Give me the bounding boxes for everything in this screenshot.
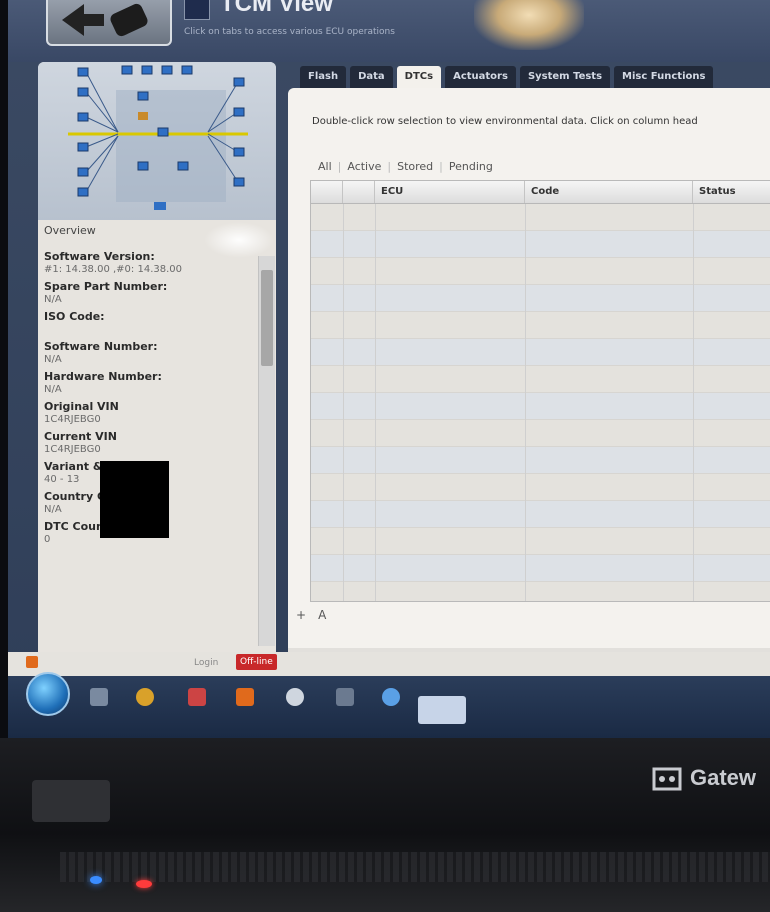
instructions-text: Double-click row selection to view envir… — [312, 116, 698, 127]
info-key: Spare Part Number: — [44, 280, 168, 293]
filter-pending[interactable]: Pending — [449, 160, 493, 173]
cow-logo-icon — [652, 767, 682, 791]
screen-glare — [474, 0, 584, 50]
info-scrollbar[interactable] — [258, 256, 275, 646]
info-key: Original VIN — [44, 400, 119, 413]
dtc-grid[interactable]: ECU Code Status — [310, 180, 770, 602]
info-value: N/A — [44, 354, 62, 365]
login-link[interactable]: Login — [194, 658, 218, 668]
info-key: Hardware Number: — [44, 370, 162, 383]
laptop-hinge — [32, 780, 110, 822]
grid-rows — [311, 204, 770, 601]
status-led — [136, 880, 152, 888]
table-row[interactable] — [311, 420, 770, 447]
start-button-icon[interactable] — [26, 672, 70, 716]
windows-taskbar — [8, 672, 770, 738]
explorer-icon[interactable] — [90, 688, 108, 706]
chrome-icon[interactable] — [136, 688, 154, 706]
info-key: Software Number: — [44, 340, 158, 353]
ecu-info-list: Software Version: #1: 14.38.00 ,#0: 14.38… — [44, 246, 256, 644]
info-key: ISO Code: — [44, 310, 105, 323]
table-row[interactable] — [311, 528, 770, 555]
table-row[interactable] — [311, 501, 770, 528]
grid-column-divider — [525, 204, 526, 601]
network-diagram[interactable] — [38, 62, 276, 220]
tab-misc-functions[interactable]: Misc Functions — [614, 66, 714, 88]
ecu-overview-panel: Overview Software Version: #1: 14.38.00 ,… — [38, 62, 276, 652]
grid-column-divider — [375, 204, 376, 601]
info-value: #1: 14.38.00 ,#0: 14.38.00 — [44, 264, 182, 275]
filter-stored[interactable]: Stored — [397, 160, 433, 173]
grid-column-divider — [343, 204, 344, 601]
table-row[interactable] — [311, 555, 770, 582]
app-icon[interactable] — [286, 688, 304, 706]
dtc-panel: Double-click row selection to view envir… — [288, 88, 770, 648]
tab-data[interactable]: Data — [350, 66, 393, 88]
table-row[interactable] — [311, 339, 770, 366]
tab-actuators[interactable]: Actuators — [445, 66, 516, 88]
rss-icon[interactable] — [26, 656, 38, 668]
scrollbar-thumb[interactable] — [261, 270, 273, 366]
speaker-grille — [60, 852, 770, 882]
page-subtitle: Click on tabs to access various ECU oper… — [184, 27, 395, 37]
grid-column-divider — [693, 204, 694, 601]
table-row[interactable] — [311, 258, 770, 285]
info-value — [44, 324, 256, 336]
page-title: TCM View — [220, 0, 333, 17]
grid-column-header[interactable]: ECU — [375, 181, 525, 203]
app-logo-icon — [184, 0, 210, 20]
status-bar: Login Off-line — [8, 652, 770, 676]
filter-separator: | — [387, 160, 392, 173]
brand-logo: Gatew — [650, 763, 756, 793]
app-header: TCM View Click on tabs to access various… — [8, 0, 770, 62]
table-row[interactable] — [311, 447, 770, 474]
table-row[interactable] — [311, 231, 770, 258]
table-row[interactable] — [311, 366, 770, 393]
power-led — [90, 876, 102, 884]
app-screen: TCM View Click on tabs to access various… — [8, 0, 770, 738]
info-key: Current VIN — [44, 430, 117, 443]
grid-column-header[interactable]: Status — [693, 181, 770, 203]
offline-badge: Off-line — [236, 654, 277, 670]
tab-flash[interactable]: Flash — [300, 66, 347, 88]
table-row[interactable] — [311, 204, 770, 231]
back-arrow-icon — [62, 3, 148, 37]
info-value: N/A — [44, 294, 62, 305]
overview-label: Overview — [44, 224, 96, 237]
table-row[interactable] — [311, 582, 770, 601]
tab-system-tests[interactable]: System Tests — [519, 66, 611, 88]
info-value: 1C4RJEBG0 — [44, 444, 101, 455]
folder-icon[interactable] — [336, 688, 354, 706]
grid-column-header[interactable]: Code — [525, 181, 693, 203]
info-value: N/A — [44, 384, 62, 395]
brand-name: Gatew — [690, 765, 757, 790]
redaction-box — [100, 461, 169, 538]
active-window-button[interactable] — [418, 696, 466, 724]
grid-footer: + A — [296, 608, 326, 622]
ie-icon[interactable] — [382, 688, 400, 706]
back-button[interactable] — [46, 0, 172, 46]
filter-separator: | — [439, 160, 443, 173]
media-icon[interactable] — [236, 688, 254, 706]
table-row[interactable] — [311, 285, 770, 312]
screen-glare-left — [204, 222, 274, 258]
grid-header: ECU Code Status — [311, 181, 770, 204]
ecu-topology-icon — [68, 65, 248, 210]
info-value: 1C4RJEBG0 — [44, 414, 101, 425]
grid-column-header[interactable] — [343, 181, 375, 203]
grid-column-header[interactable] — [311, 181, 343, 203]
font-size-icon[interactable]: A — [318, 608, 326, 622]
calendar-icon[interactable] — [188, 688, 206, 706]
table-row[interactable] — [311, 474, 770, 501]
filter-all[interactable]: All — [318, 160, 332, 173]
table-row[interactable] — [311, 393, 770, 420]
add-icon[interactable]: + — [296, 608, 306, 622]
filter-active[interactable]: Active — [347, 160, 381, 173]
dtc-filter-bar: All | Active | Stored | Pending — [318, 160, 493, 173]
table-row[interactable] — [311, 312, 770, 339]
filter-separator: | — [337, 160, 342, 173]
